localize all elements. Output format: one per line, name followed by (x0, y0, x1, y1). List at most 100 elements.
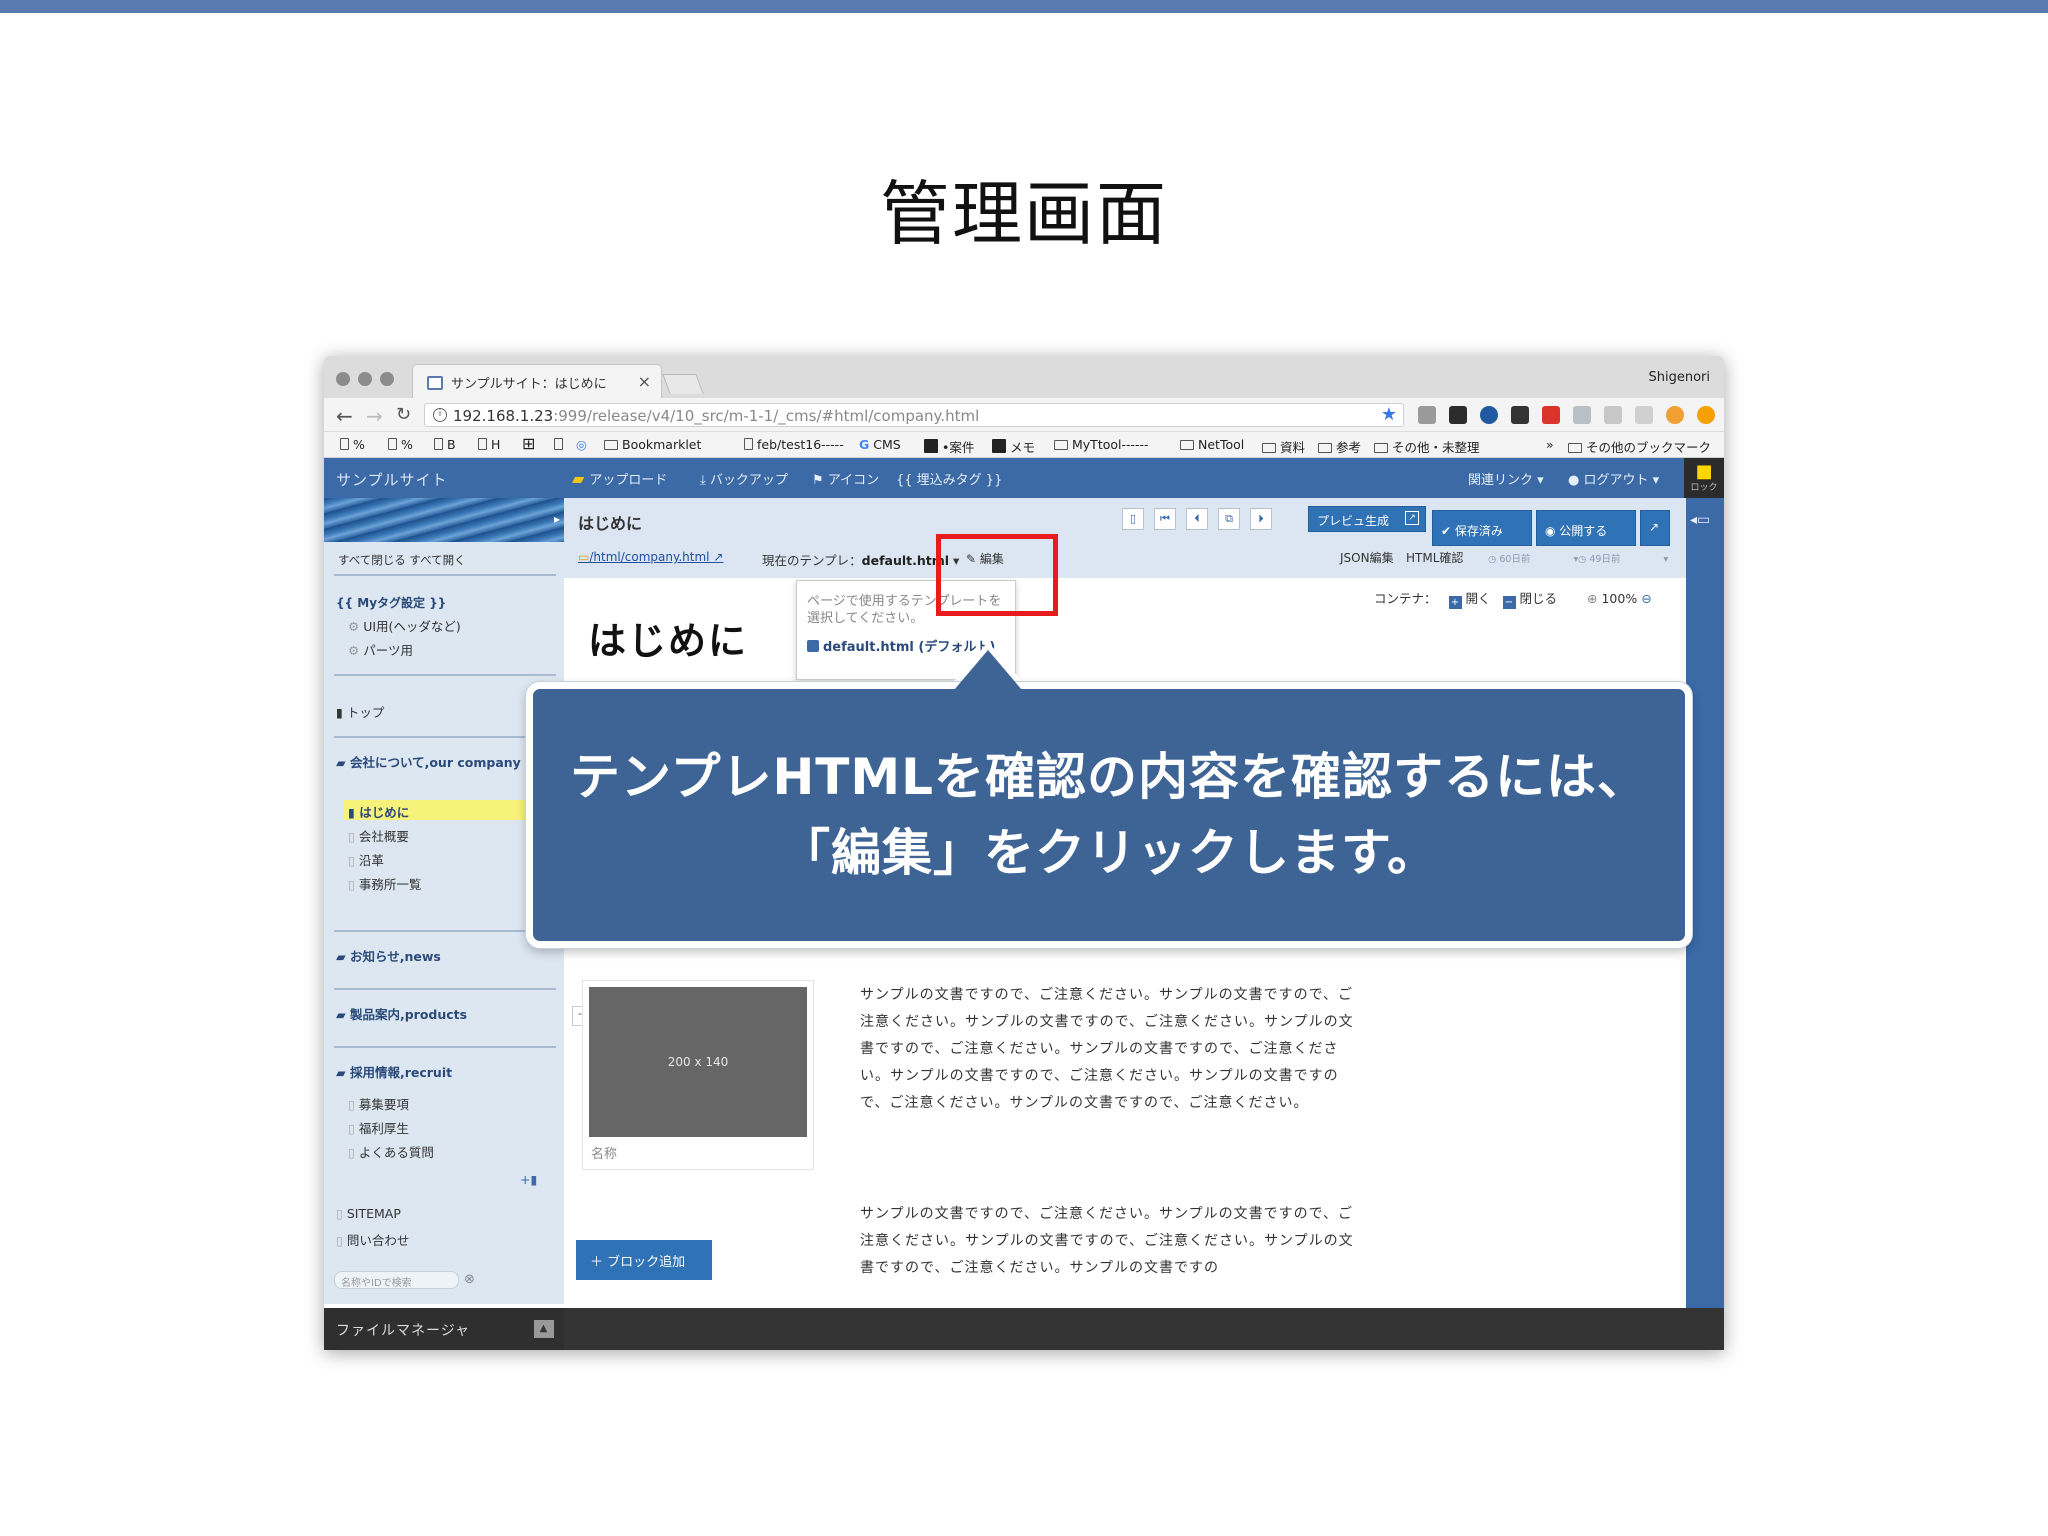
rotate-extension-icon[interactable] (1635, 406, 1653, 424)
sidebar-item-welfare[interactable]: ▯ 福利厚生 (348, 1118, 409, 1137)
sidebar-item-jobs[interactable]: ▯ 募集要項 (348, 1094, 409, 1113)
file-manager-bar[interactable]: ファイルマネージャ ▲ (324, 1308, 564, 1350)
sidebar-item-ui[interactable]: ⚙ UI用(ヘッダなど) (348, 616, 461, 635)
checkmark-extension-icon[interactable] (1449, 406, 1467, 424)
logout-menu[interactable]: ● ログアウト ▾ (1568, 469, 1659, 488)
revision-time-1[interactable]: ◷ 60日前 ▾ (1488, 551, 1578, 565)
recycle-extension-icon[interactable] (1418, 406, 1436, 424)
bookmark-item[interactable]: feb/test16----- (744, 437, 844, 452)
revision-time-2[interactable]: ◷ 49日前 ▾ (1578, 551, 1668, 565)
collapse-arrow-icon[interactable]: ▸ (554, 512, 560, 526)
first-icon[interactable]: ⏮ (1154, 508, 1176, 530)
bookmark-item[interactable]: G CMS (859, 437, 901, 452)
sidebar-item-faq[interactable]: ▯ よくある質問 (348, 1142, 434, 1161)
content-heading[interactable]: はじめに (588, 610, 748, 665)
expand-icon[interactable]: + (1448, 596, 1462, 609)
bookmark-item[interactable]: % (340, 437, 365, 452)
minimize-window-button[interactable] (358, 372, 372, 386)
content-paragraph[interactable]: サンプルの文書ですので、ご注意ください。サンプルの文書ですので、ご注意ください。… (860, 1201, 1368, 1309)
warning-extension-icon[interactable] (1697, 406, 1715, 424)
image-block[interactable]: 200 x 140 名称 (582, 980, 814, 1170)
grid-extension-icon[interactable] (1573, 406, 1591, 424)
back-arrow-icon[interactable]: ← (336, 404, 353, 428)
bookmark-folder[interactable]: NetTool (1180, 437, 1244, 452)
url-bar[interactable]: i 192.168.1.23:999/release/v4/10_src/m-1… (424, 403, 1404, 427)
forward-arrow-icon[interactable]: → (366, 404, 383, 428)
bookmark-star-icon[interactable]: ★ (1381, 404, 1397, 425)
bookmark-folder[interactable]: その他のブックマーク (1568, 437, 1711, 456)
saved-button[interactable]: ✔ 保存済み (1432, 510, 1532, 546)
close-all-link[interactable]: 閉じる (1520, 591, 1558, 606)
monitor-icon[interactable]: ◂▭ (1690, 512, 1710, 528)
profile-name[interactable]: Shigenori (1648, 370, 1710, 385)
site-name[interactable]: サンプルサイト (336, 469, 448, 490)
info-icon[interactable]: i (433, 408, 447, 422)
backup-menu[interactable]: ⤓ バックアップ (700, 469, 788, 488)
new-page-icon[interactable]: ▯ (1122, 508, 1144, 530)
template-selector[interactable]: 現在のテンプレ：default.html ▾ (762, 550, 959, 569)
sidebar-item-sitemap[interactable]: ▯ SITEMAP (336, 1206, 401, 1221)
prev-icon[interactable]: ⏴ (1186, 508, 1208, 530)
spiral-bookmark-icon[interactable]: ◎ (576, 437, 587, 452)
checkbox-checked-icon[interactable] (807, 640, 819, 652)
bookmark-folder[interactable]: 参考 (1318, 437, 1361, 456)
page-bookmark-icon[interactable] (554, 437, 567, 452)
color-wheel-extension-icon[interactable] (1480, 406, 1498, 424)
sidebar-item-intro[interactable]: ▮ はじめに (348, 802, 409, 821)
zoom-out-icon[interactable]: ⊖ (1641, 591, 1651, 606)
embed-tag-menu[interactable]: {{ 埋込みタグ }} (896, 469, 1002, 488)
cookie-extension-icon[interactable] (1666, 406, 1684, 424)
bookmark-item[interactable]: •案件 (924, 437, 974, 456)
sidebar-item-contact[interactable]: ▯ 問い合わせ (336, 1230, 409, 1249)
sidebar-item-offices[interactable]: ▯ 事務所一覧 (348, 874, 421, 893)
bookmark-folder[interactable]: Bookmarklet (604, 437, 701, 452)
maximize-window-button[interactable] (380, 372, 394, 386)
gear-extension-icon[interactable] (1511, 406, 1529, 424)
next-icon[interactable]: ⏵ (1250, 508, 1272, 530)
html-check-link[interactable]: HTML確認 (1406, 549, 1463, 566)
add-block-button[interactable]: ＋ ブロック追加 (576, 1240, 712, 1280)
sidebar-item-recruit[interactable]: ▰ 採用情報,recruit (336, 1062, 452, 1081)
sidebar-search-input[interactable]: 名称やIDで検索 (334, 1271, 459, 1289)
tree-toggle[interactable]: すべて閉じる すべて開く (338, 552, 466, 568)
sidebar-item-history[interactable]: ▯ 沿革 (348, 850, 384, 869)
sidebar-item-overview[interactable]: ▯ 会社概要 (348, 826, 409, 845)
close-tab-icon[interactable]: × (638, 372, 651, 391)
clear-search-icon[interactable]: ⊗ (464, 1272, 475, 1287)
page-path-link[interactable]: ▭/html/company.html ↗ (578, 550, 723, 564)
image-extension-icon[interactable] (1604, 406, 1622, 424)
close-window-button[interactable] (336, 372, 350, 386)
bookmark-item[interactable]: H (478, 437, 500, 452)
content-paragraph[interactable]: サンプルの文書ですので、ご注意ください。サンプルの文書ですので、ご注意ください。… (860, 982, 1368, 1117)
grid-bookmark-icon[interactable]: ⊞ (522, 434, 535, 453)
browser-tab[interactable]: サンプルサイト：はじめに × (412, 364, 662, 398)
sidebar-item-news[interactable]: ▰ お知らせ,news (336, 946, 441, 965)
json-edit-link[interactable]: JSON編集 (1340, 549, 1394, 566)
more-bookmarks-icon[interactable]: » (1546, 437, 1554, 452)
expand-up-icon[interactable]: ▲ (534, 1320, 554, 1338)
bookmark-folder[interactable]: MyTtool------ (1054, 437, 1149, 452)
zoom-in-icon[interactable]: ⊕ (1587, 591, 1597, 606)
upload-menu[interactable]: ▰ アップロード (572, 469, 667, 488)
open-external-button[interactable]: ↗ (1640, 510, 1670, 546)
bookmark-folder[interactable]: 資料 (1262, 437, 1305, 456)
icon-menu[interactable]: ⚑ アイコン (812, 469, 879, 488)
sidebar-item-parts[interactable]: ⚙ パーツ用 (348, 640, 413, 659)
add-page-icon[interactable]: +▮ (520, 1172, 537, 1187)
related-links-menu[interactable]: 関連リンク ▾ (1468, 469, 1544, 488)
s-extension-icon[interactable] (1542, 406, 1560, 424)
copy-icon[interactable]: ⧉ (1218, 508, 1240, 530)
bookmark-item[interactable]: B (434, 437, 456, 452)
collapse-icon[interactable]: − (1502, 596, 1516, 609)
reload-icon[interactable]: ↻ (396, 404, 411, 425)
sidebar-item-products[interactable]: ▰ 製品案内,products (336, 1004, 467, 1023)
bookmark-folder[interactable]: その他・未整理 (1374, 437, 1480, 456)
bookmark-item[interactable]: メモ (992, 437, 1035, 456)
sidebar-item-mytag[interactable]: {{ Myタグ設定 }} (336, 594, 446, 611)
lock-button[interactable]: ■ ロック (1684, 458, 1724, 498)
publish-button[interactable]: ◉ 公開する (1536, 510, 1636, 546)
sidebar-item-top[interactable]: ▮ トップ (336, 702, 384, 721)
new-tab-button[interactable] (662, 374, 704, 394)
bookmark-item[interactable]: % (388, 437, 413, 452)
open-all-link[interactable]: 開く (1466, 591, 1491, 606)
